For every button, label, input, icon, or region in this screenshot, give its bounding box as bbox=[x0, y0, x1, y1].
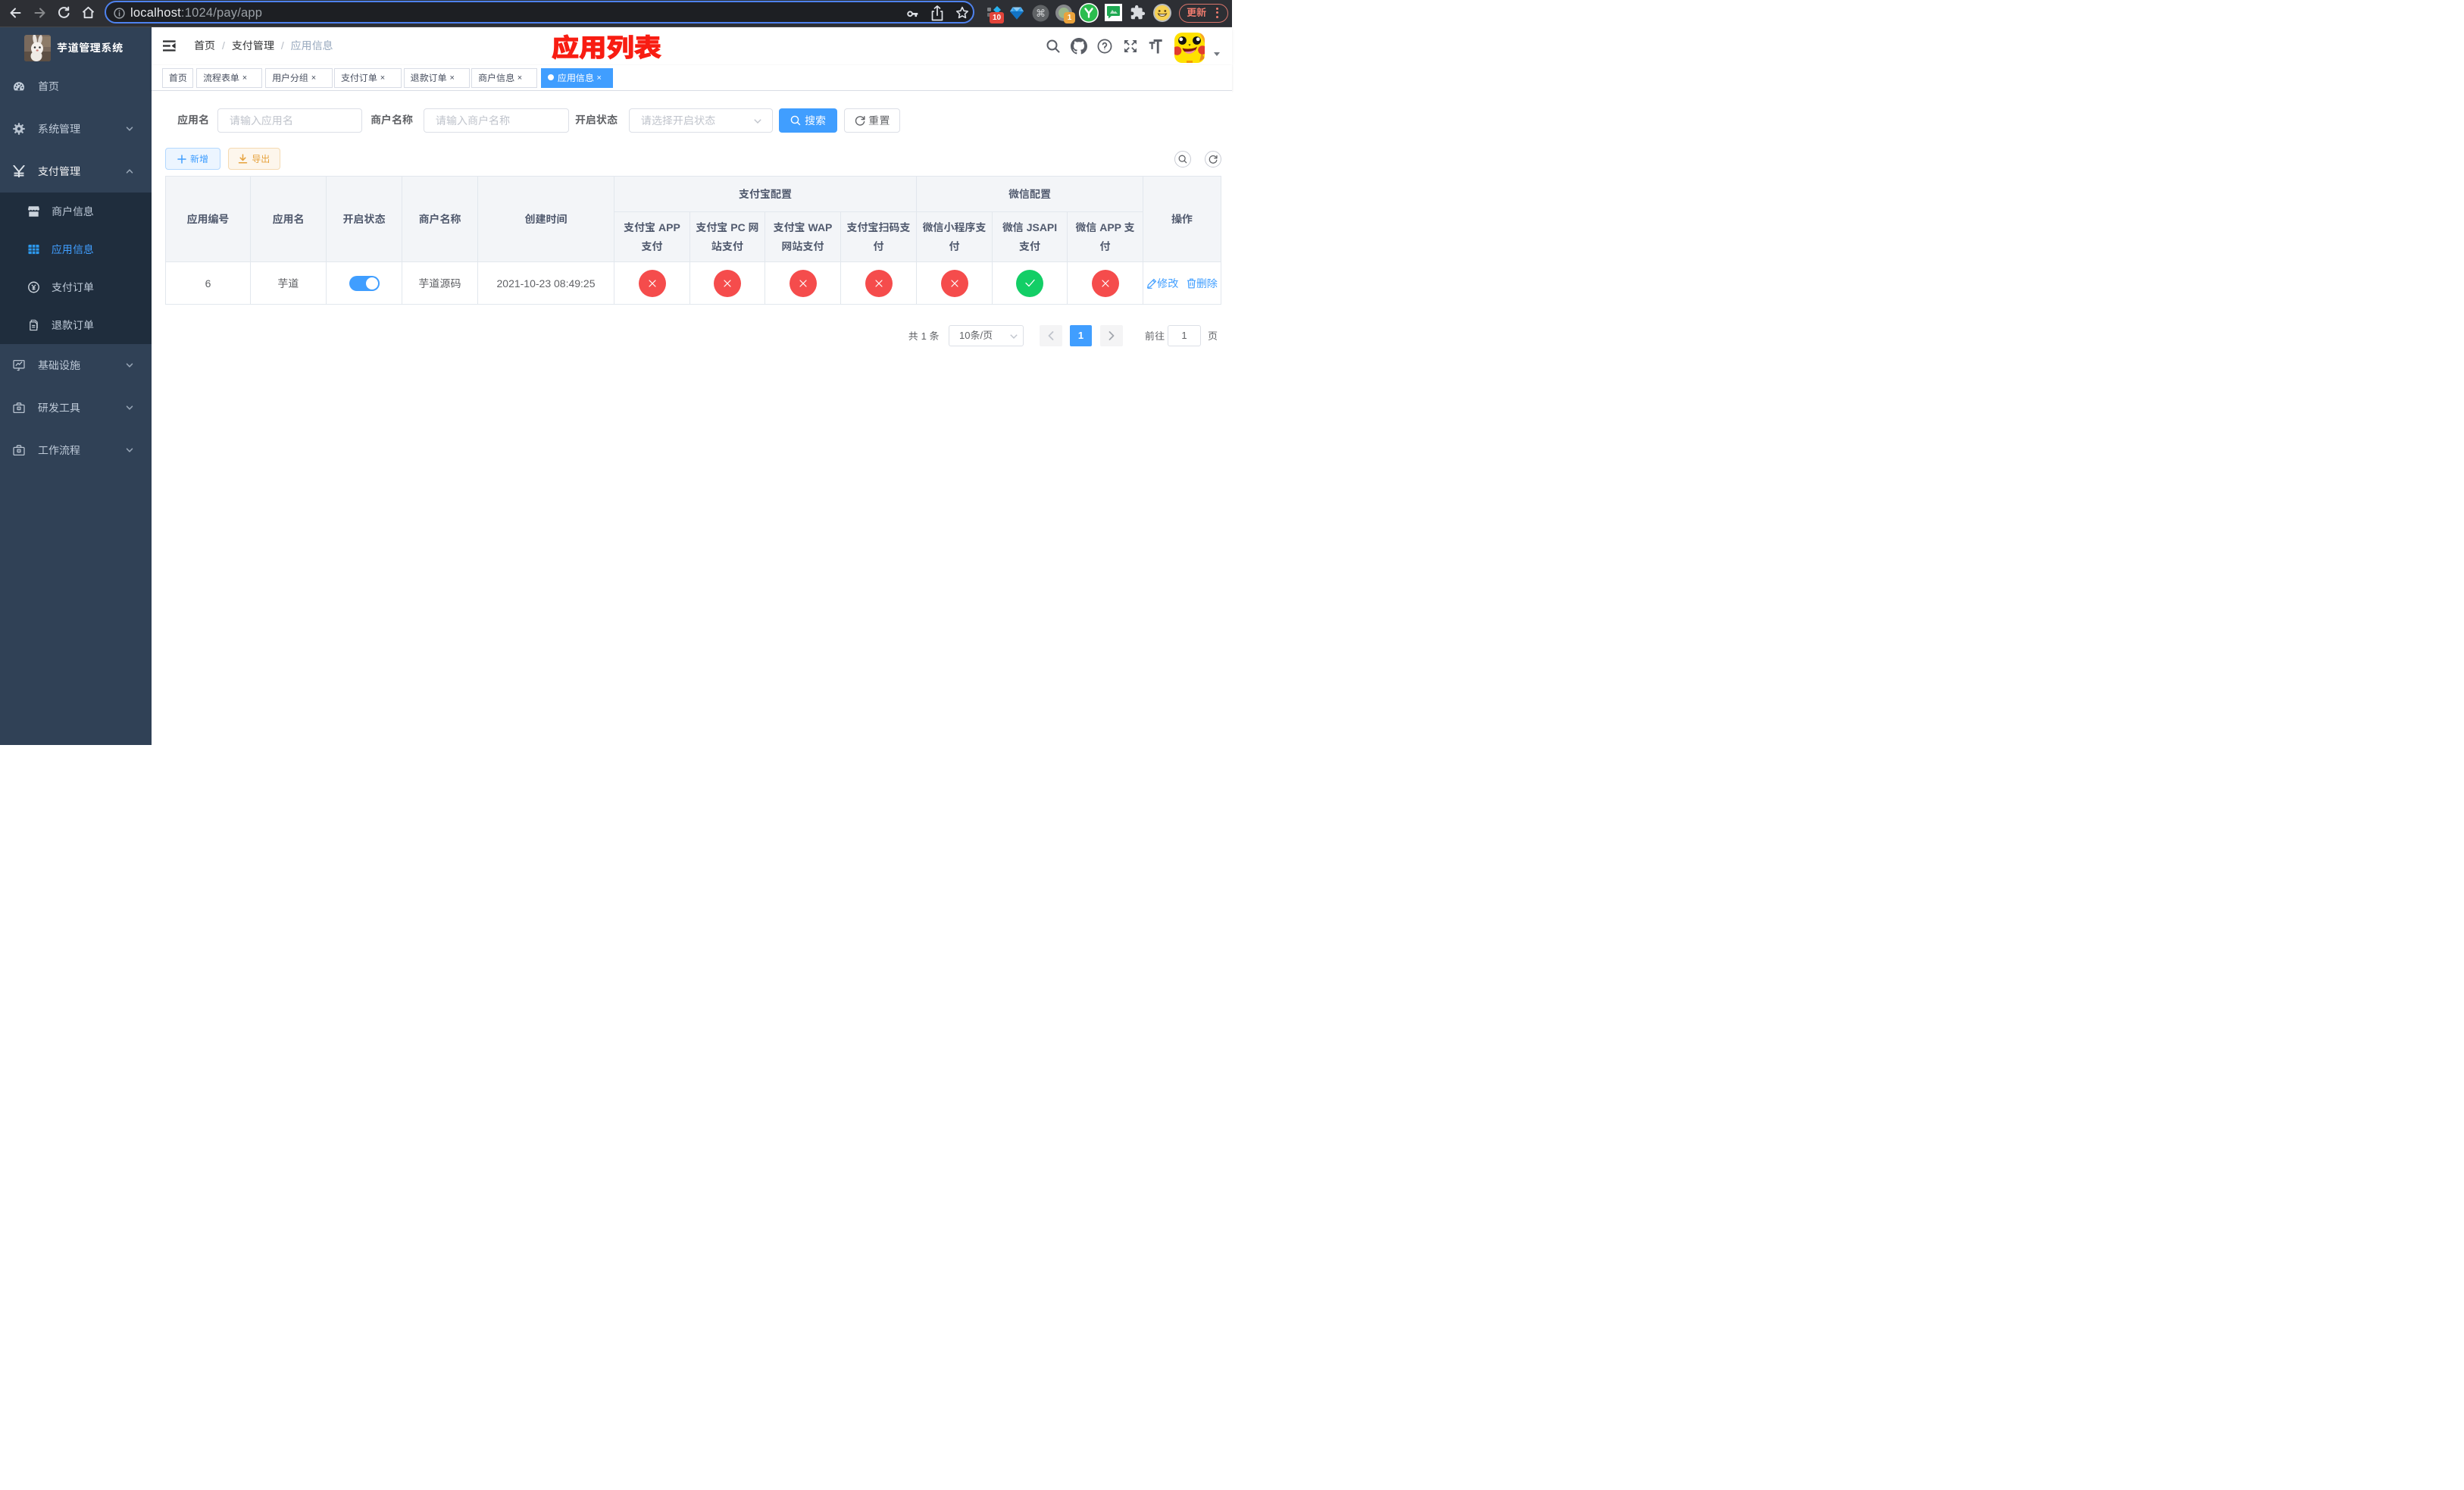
svg-text:⌘: ⌘ bbox=[1036, 8, 1046, 19]
